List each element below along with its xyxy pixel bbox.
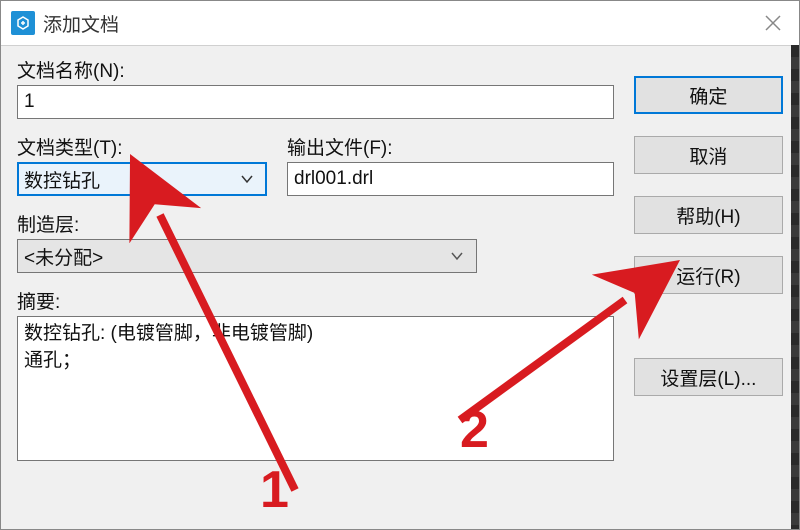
- window-edge-decoration: [791, 45, 799, 529]
- doc-name-input[interactable]: [17, 85, 614, 119]
- summary-line2: 通孔；: [24, 348, 607, 375]
- close-button[interactable]: [755, 5, 791, 41]
- doc-type-value: 数控钻孔: [24, 166, 100, 193]
- run-button[interactable]: 运行(R): [634, 256, 783, 294]
- set-layer-button-label: 设置层(L)...: [660, 364, 756, 391]
- window-title: 添加文档: [43, 10, 119, 37]
- cancel-button-label: 取消: [689, 142, 727, 169]
- output-file-label: 输出文件(F):: [287, 133, 614, 160]
- help-button-label: 帮助(H): [676, 202, 740, 229]
- run-button-label: 运行(R): [676, 262, 740, 289]
- button-column: 确定 取消 帮助(H) 运行(R) 设置层(L)...: [634, 56, 783, 461]
- doc-name-label: 文档名称(N):: [17, 56, 614, 83]
- dialog-window: 添加文档 文档名称(N): 文档类型(T): 数控钻孔: [0, 0, 800, 530]
- doc-type-select[interactable]: 数控钻孔: [17, 162, 267, 196]
- summary-textarea[interactable]: 数控钻孔: (电镀管脚，非电镀管脚) 通孔；: [17, 316, 614, 461]
- doc-type-label: 文档类型(T):: [17, 133, 267, 160]
- mfg-layer-select[interactable]: <未分配>: [17, 239, 477, 273]
- summary-label: 摘要:: [17, 287, 614, 314]
- ok-button[interactable]: 确定: [634, 76, 783, 114]
- set-layer-button[interactable]: 设置层(L)...: [634, 358, 783, 396]
- help-button[interactable]: 帮助(H): [634, 196, 783, 234]
- chevron-down-icon: [232, 166, 262, 192]
- app-icon: [11, 11, 35, 35]
- client-area: 文档名称(N): 文档类型(T): 数控钻孔 输出文件: [1, 45, 799, 529]
- summary-line1: 数控钻孔: (电镀管脚，非电镀管脚): [24, 321, 607, 348]
- titlebar: 添加文档: [1, 1, 799, 45]
- ok-button-label: 确定: [689, 82, 727, 109]
- cancel-button[interactable]: 取消: [634, 136, 783, 174]
- mfg-layer-value: <未分配>: [24, 243, 103, 270]
- output-file-input[interactable]: [287, 162, 614, 196]
- mfg-layer-label: 制造层:: [17, 210, 614, 237]
- chevron-down-icon: [442, 243, 472, 269]
